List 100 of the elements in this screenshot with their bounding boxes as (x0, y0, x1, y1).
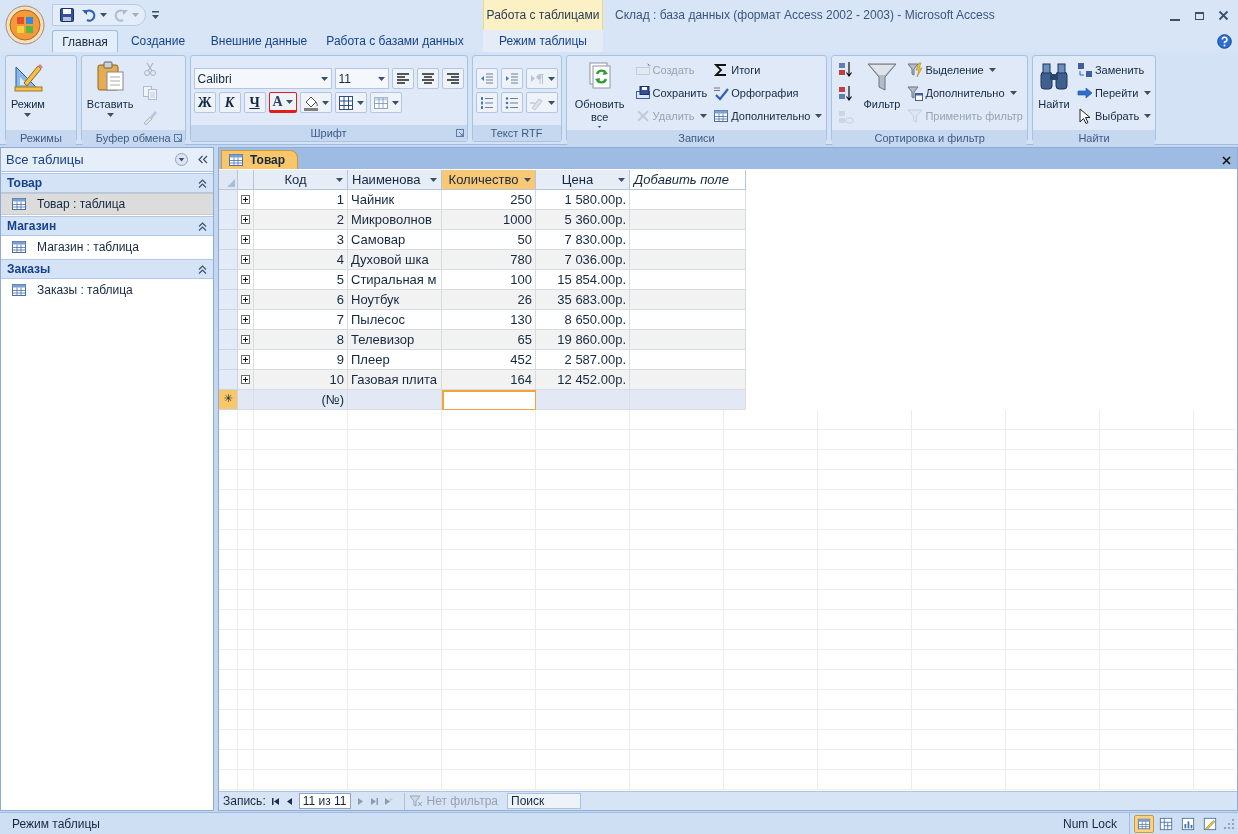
align-center-icon (419, 70, 436, 87)
active-cell[interactable] (442, 390, 536, 410)
table-cell: 8 (254, 330, 348, 350)
fill-bucket-icon (302, 94, 319, 111)
group-header[interactable]: Заказы (1, 259, 213, 279)
ribbon-tab[interactable]: Работа с базами данных (320, 30, 470, 52)
close-icon (1217, 9, 1229, 21)
group-header[interactable]: Магазин (1, 216, 213, 236)
caret-icon (524, 177, 531, 182)
new-record-marker: ✳ (219, 390, 238, 410)
ribbon-button[interactable]: Выбрать (1075, 106, 1153, 126)
group-label: Буфер обмена (95, 130, 171, 146)
expand-icon[interactable] (241, 315, 250, 324)
context-tab-group: Работа с таблицами (483, 0, 603, 30)
search-field[interactable]: Поиск (507, 793, 582, 809)
ribbon-button[interactable] (441, 68, 464, 89)
close-button[interactable] (1222, 156, 1231, 165)
ribbon-button[interactable] (334, 92, 367, 113)
expand-icon[interactable] (241, 355, 250, 364)
ribbon-button[interactable] (416, 68, 439, 89)
ribbon-button[interactable]: Найти (1035, 58, 1072, 128)
resize-grip-icon (1223, 817, 1235, 830)
format-button[interactable]: Ч (243, 92, 266, 113)
table-cell: 7 036.00р. (536, 250, 630, 270)
ribbon-button[interactable] (391, 68, 414, 89)
expand-icon[interactable] (241, 335, 250, 344)
ribbon-button[interactable]: Орфография (712, 83, 800, 103)
column-header[interactable]: Цена (536, 170, 630, 190)
group-title: Магазин (7, 218, 58, 235)
column-header[interactable]: Количество (442, 170, 536, 190)
expand-icon[interactable] (241, 295, 250, 304)
double-chevron-up-icon (198, 178, 207, 188)
ribbon-button[interactable]: Режим (9, 58, 47, 128)
format-button[interactable]: К (218, 92, 241, 113)
expand-icon[interactable] (241, 235, 250, 244)
pane-menu-button[interactable] (175, 153, 188, 166)
caret-icon (377, 76, 385, 81)
last-record-icon (369, 796, 379, 806)
first-record-button[interactable] (270, 796, 280, 806)
table-cell: Самовар (348, 230, 442, 250)
ribbon-button[interactable]: Дополнительно (712, 106, 824, 126)
table-cell: Стиральная м (348, 270, 442, 290)
ribbon-button[interactable] (299, 92, 332, 113)
ribbon-button[interactable]: Дополнительно (906, 83, 1018, 103)
document-tab[interactable]: Товар (221, 150, 299, 169)
table-cell: Духовой шка (348, 250, 442, 270)
caret-icon (1143, 91, 1151, 95)
table-cell: 1 (254, 190, 348, 210)
previous-record-button[interactable] (284, 796, 294, 806)
ribbon-button[interactable]: Сохранить (633, 83, 709, 103)
indent-decrease-icon (478, 70, 495, 87)
group-label: Найти (1078, 130, 1110, 146)
ribbon-button[interactable]: Обновить все (569, 58, 630, 128)
ribbon-button[interactable]: Итоги (712, 60, 762, 80)
expand-icon[interactable] (241, 375, 250, 384)
caret-icon (815, 114, 823, 118)
table-cell: 1000 (442, 210, 536, 230)
format-button[interactable]: Ж (193, 92, 216, 113)
ribbon-button[interactable] (500, 92, 523, 113)
launcher-icon[interactable] (173, 134, 182, 142)
ribbon-button[interactable]: Заменить (1075, 60, 1146, 80)
expand-icon[interactable] (241, 215, 250, 224)
ribbon-button[interactable]: Выделение (906, 60, 997, 80)
ribbon-tab[interactable]: Главная (52, 30, 118, 52)
customize-toolbar-button[interactable] (152, 11, 159, 19)
help-button[interactable] (1217, 34, 1232, 49)
caret-icon (699, 114, 707, 118)
column-header[interactable]: Добавить поле (630, 170, 746, 190)
format-button[interactable]: A (268, 92, 297, 113)
undo-button[interactable] (81, 7, 107, 23)
ribbon-button[interactable]: Перейти (1075, 83, 1152, 103)
ribbon-button[interactable]: Фильтр (861, 58, 903, 128)
table-cell: Пылесос (348, 310, 442, 330)
ribbon-tab[interactable]: Внешние данные (198, 30, 320, 52)
table-cell: 164 (442, 370, 536, 390)
table-cell: Микроволнов (348, 210, 442, 230)
scissors-icon (142, 61, 159, 77)
table-item[interactable]: Товар : таблица (1, 193, 213, 215)
close-button[interactable] (1216, 8, 1230, 22)
collapse-pane-button[interactable] (198, 155, 208, 164)
font-name-field[interactable]: Calibri (193, 68, 332, 89)
expand-icon[interactable] (241, 275, 250, 284)
column-header[interactable]: Наименова (348, 170, 442, 190)
ribbon-tab[interactable]: Создание (118, 30, 198, 52)
table-cell: 19 860.00р. (536, 330, 630, 350)
ribbon-button[interactable] (475, 92, 498, 113)
launcher-icon[interactable] (455, 129, 464, 137)
close-icon (1222, 156, 1231, 165)
align-left-icon (394, 70, 411, 87)
save-button[interactable] (59, 7, 75, 23)
font-size-field[interactable]: 11 (334, 68, 389, 89)
expand-icon[interactable] (241, 195, 250, 204)
group-header[interactable]: Товар (1, 173, 213, 193)
ribbon-button[interactable]: Вставить (84, 58, 136, 128)
expand-icon[interactable] (241, 255, 250, 264)
column-header[interactable]: Код (254, 170, 348, 190)
record-number-field[interactable]: 11 из 11 (298, 793, 351, 809)
view-button[interactable] (1134, 814, 1154, 833)
save-record-icon (634, 85, 651, 101)
ribbon-tab[interactable]: Режим таблицы (483, 30, 603, 52)
